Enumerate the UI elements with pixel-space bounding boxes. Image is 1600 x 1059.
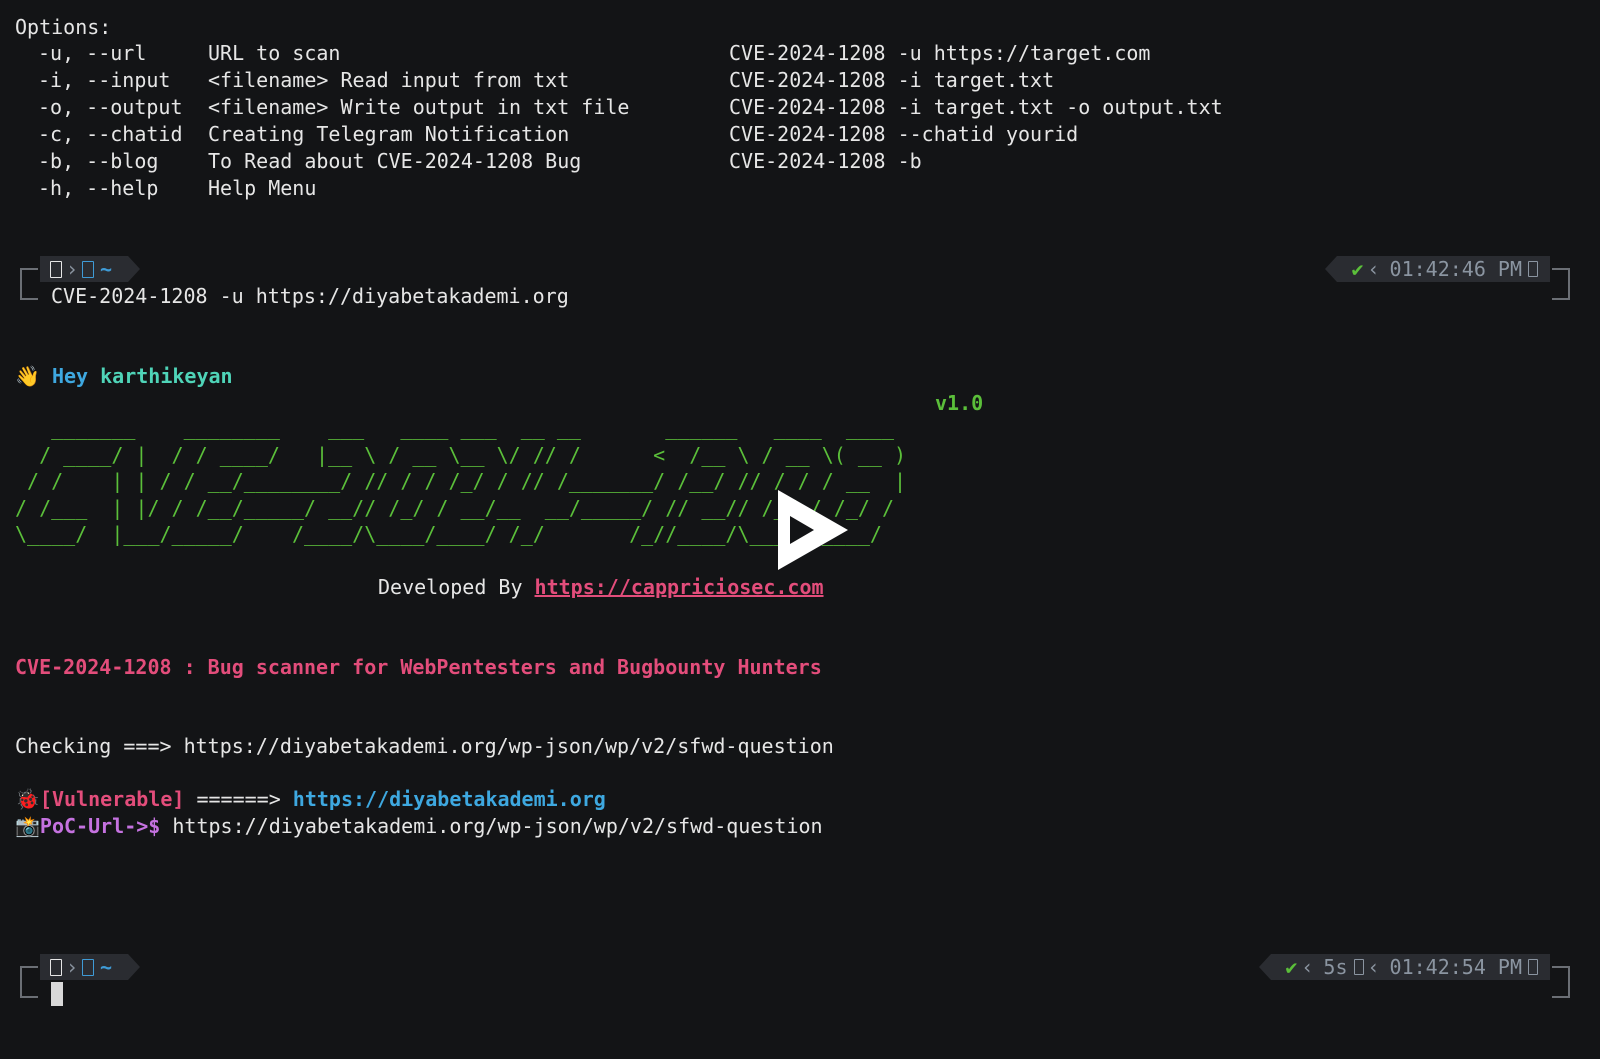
option-example: CVE-2024-1208 -u https://target.com <box>729 41 1151 65</box>
prompt-frame-right <box>1552 966 1570 998</box>
option-flag: -b, --blog <box>38 149 159 173</box>
option-desc: To Read about CVE-2024-1208 Bug <box>208 149 582 173</box>
option-example: CVE-2024-1208 -b <box>729 149 922 173</box>
bug-icon: 🐞 <box>15 787 40 811</box>
check-icon: ✔ <box>1285 955 1298 979</box>
option-example: CVE-2024-1208 --chatid yourid <box>729 122 1079 146</box>
option-row: -u, --url URL to scan CVE-2024-1208 -u h… <box>0 40 1600 66</box>
option-desc: <filename> Read input from txt <box>208 68 570 92</box>
prompt-right-segment: ✔ ‹ 5s ‹ 01:42:54 PM <box>1259 954 1550 980</box>
clock-icon <box>1528 959 1538 975</box>
terminal-cursor[interactable] <box>51 982 63 1006</box>
developer-link[interactable]: https://cappriciosec.com <box>535 575 824 599</box>
poc-url: https://diyabetakademi.org/wp-json/wp/v2… <box>160 814 823 838</box>
option-row: -o, --output <filename> Write output in … <box>0 94 1600 120</box>
vulnerable-arrow: ======> <box>184 787 293 811</box>
prompt-frame-right <box>1552 268 1570 300</box>
developed-label: Developed By <box>378 575 535 599</box>
greeting-line: 👋 Hey karthikeyan <box>15 363 233 389</box>
option-row: -c, --chatid Creating Telegram Notificat… <box>0 121 1600 147</box>
current-directory: ~ <box>100 257 113 281</box>
prompt-frame-left <box>20 268 38 300</box>
option-flag: -h, --help <box>38 176 159 200</box>
option-row: -h, --help Help Menu <box>0 175 1600 201</box>
chevron-left-icon: ‹ <box>1367 257 1380 281</box>
options-header: Options: <box>15 15 112 39</box>
option-row: -b, --blog To Read about CVE-2024-1208 B… <box>0 148 1600 174</box>
wave-icon: 👋 <box>15 364 40 388</box>
clock-icon <box>1528 261 1538 277</box>
folder-icon <box>82 260 95 278</box>
chevron-right-icon: › <box>66 955 79 979</box>
option-flag: -c, --chatid <box>38 122 183 146</box>
vulnerable-tag: [Vulnerable] <box>39 787 185 811</box>
command-line: CVE-2024-1208 -u https://diyabetakademi.… <box>51 284 569 308</box>
vulnerable-url: https://diyabetakademi.org <box>292 787 606 811</box>
greeting-hey: Hey <box>51 364 89 388</box>
option-example: CVE-2024-1208 -i target.txt <box>729 68 1055 92</box>
os-icon <box>50 260 62 278</box>
current-directory: ~ <box>100 955 113 979</box>
option-flag: -i, --input <box>38 68 171 92</box>
prompt-left-segment: › ~ <box>40 256 141 282</box>
prompt-time: 01:42:54 PM <box>1389 955 1522 979</box>
poc-label: PoC-Url->$ <box>39 814 161 838</box>
option-desc: Help Menu <box>208 176 317 200</box>
prompt-frame-left <box>20 966 38 998</box>
vulnerable-line: 🐞[Vulnerable] ======> https://diyabetaka… <box>15 786 606 812</box>
chevron-right-icon: › <box>66 257 79 281</box>
chevron-left-icon: ‹ <box>1367 955 1380 979</box>
chevron-left-icon: ‹ <box>1301 955 1314 979</box>
folder-icon <box>82 958 95 976</box>
option-example: CVE-2024-1208 -i target.txt -o output.tx… <box>729 95 1223 119</box>
option-desc: <filename> Write output in txt file <box>208 95 630 119</box>
version-label: v1.0 <box>935 391 984 415</box>
option-flag: -o, --output <box>38 95 183 119</box>
option-desc: Creating Telegram Notification <box>208 122 570 146</box>
developed-by-line: Developed By https://cappriciosec.com <box>378 574 824 600</box>
command-duration: 5s <box>1323 955 1348 979</box>
prompt-right-segment: ✔ ‹ 01:42:46 PM <box>1325 256 1550 282</box>
prompt-left-segment: › ~ <box>40 954 141 980</box>
os-icon <box>50 958 62 976</box>
prompt-time: 01:42:46 PM <box>1389 257 1522 281</box>
ascii-banner: _______ ________ ___ ____ ___ __ __ ____… <box>15 416 907 546</box>
option-desc: URL to scan <box>208 41 341 65</box>
tagline: CVE-2024-1208 : Bug scanner for WebPente… <box>15 655 822 679</box>
option-row: -i, --input <filename> Read input from t… <box>0 67 1600 93</box>
check-icon: ✔ <box>1351 257 1364 281</box>
checking-line: Checking ===> https://diyabetakademi.org… <box>15 734 834 758</box>
poc-line: 📸PoC-Url->$ https://diyabetakademi.org/w… <box>15 813 823 839</box>
camera-icon: 📸 <box>15 814 40 838</box>
option-flag: -u, --url <box>38 41 147 65</box>
greeting-name: karthikeyan <box>100 364 233 388</box>
play-icon-inner <box>790 516 814 544</box>
hourglass-icon <box>1353 959 1364 975</box>
